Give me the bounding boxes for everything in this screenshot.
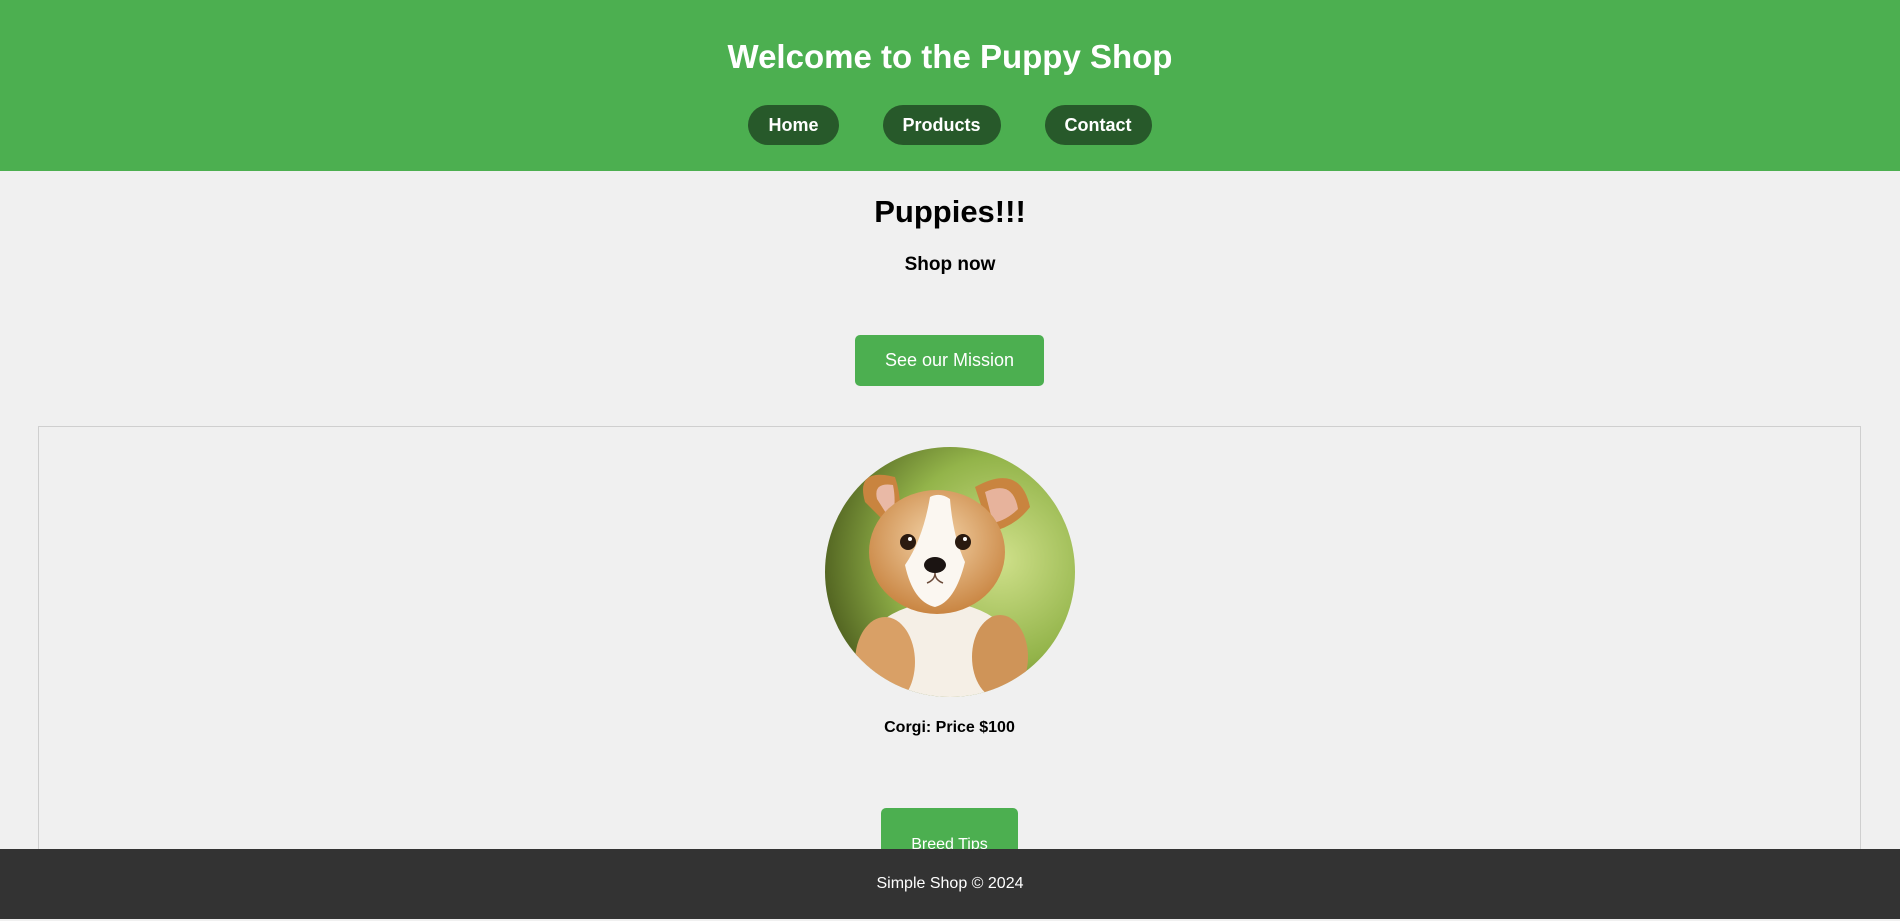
footer-text: Simple Shop © 2024 xyxy=(876,875,1024,892)
site-header: Welcome to the Puppy Shop Home Products … xyxy=(0,0,1900,171)
nav-home-link[interactable]: Home xyxy=(748,105,839,145)
site-title: Welcome to the Puppy Shop xyxy=(727,38,1173,75)
hero-subtitle: Shop now xyxy=(904,254,996,275)
nav-contact-link[interactable]: Contact xyxy=(1044,105,1152,145)
hero-title: Puppies!!! xyxy=(874,194,1026,229)
product-card: Corgi: Price $100 Breed Tips xyxy=(38,426,1861,866)
nav-products-link[interactable]: Products xyxy=(882,105,1001,145)
product-label: Corgi: Price $100 xyxy=(884,719,1015,736)
site-footer: Simple Shop © 2024 xyxy=(0,849,1900,919)
corgi-puppy-image xyxy=(825,447,1075,697)
main-nav: Home Products Contact xyxy=(0,105,1900,145)
see-mission-button[interactable]: See our Mission xyxy=(855,335,1044,386)
page: Welcome to the Puppy Shop Home Products … xyxy=(0,0,1900,921)
